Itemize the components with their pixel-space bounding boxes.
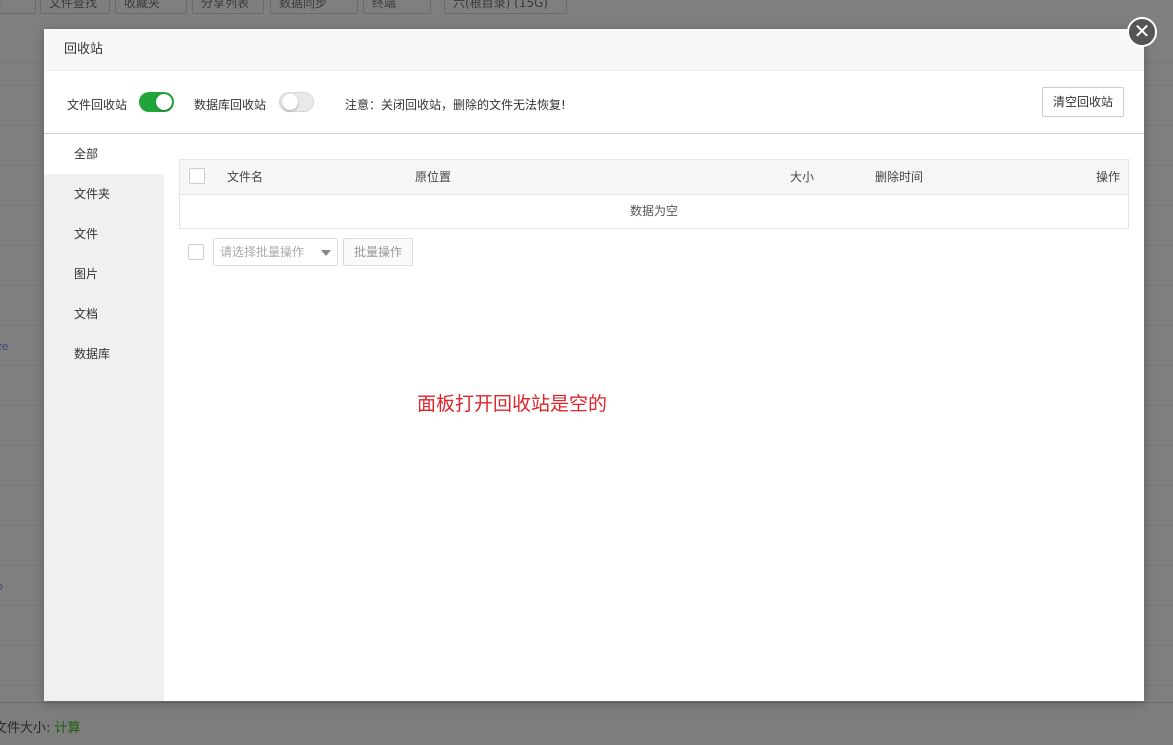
dialog-title: 回收站 (44, 29, 1144, 71)
settings-bar: 文件回收站 数据库回收站 注意：关闭回收站，删除的文件无法恢复! 清空回收站 (44, 71, 1144, 134)
column-header-actions: 操作 (1096, 170, 1121, 184)
table-header: 文件名 原位置 大小 删除时间 操作 (180, 160, 1128, 195)
db-recycle-toggle[interactable] (279, 92, 314, 112)
sidebar-item-folders[interactable]: 文件夹 (44, 174, 164, 214)
chevron-down-icon (321, 250, 331, 256)
empty-data-message: 数据为空 (629, 204, 678, 218)
category-sidebar: 全部 文件夹 文件 图片 文档 数据库 (44, 134, 164, 701)
close-icon: ✕ (1133, 19, 1151, 43)
background-toolbar: 建 文件查找 收藏夹 分享列表 数据同步 终端 六(根目录) (15G) (0, 0, 1173, 16)
sidebar-item-files[interactable]: 文件 (44, 214, 164, 254)
toggle-knob (156, 94, 172, 110)
column-header-deleted-time[interactable]: 删除时间 (875, 160, 923, 194)
db-recycle-label: 数据库回收站 (194, 98, 267, 112)
bg-file-name-fragment: p (0, 580, 3, 593)
calculate-link[interactable]: 计算 (55, 721, 81, 736)
sidebar-item-all[interactable]: 全部 (44, 134, 164, 174)
bg-toolbar-button: 建 (0, 0, 36, 14)
bg-toolbar-button: 六(根目录) (15G) (444, 0, 567, 14)
column-header-size[interactable]: 大小 (790, 160, 814, 194)
recycle-table: 文件名 原位置 大小 删除时间 操作 数据为空 (179, 159, 1129, 229)
sidebar-item-documents[interactable]: 文档 (44, 294, 164, 334)
clear-recycle-bin-button[interactable]: 清空回收站 (1042, 87, 1124, 117)
toggle-knob (282, 94, 298, 110)
background-footer: 文件大小: 计算 (0, 702, 1173, 745)
bg-toolbar-button: 分享列表 (192, 0, 264, 14)
notice-text: 注意：关闭回收站，删除的文件无法恢复! (345, 98, 566, 112)
batch-operation-select[interactable]: 请选择批量操作 (213, 238, 338, 266)
main-panel: 文件名 原位置 大小 删除时间 操作 数据为空 请选择批量操作 批量操作 面板打… (164, 134, 1144, 701)
bg-toolbar-button: 文件查找 (40, 0, 110, 14)
recycle-bin-dialog: 回收站 文件回收站 数据库回收站 注意：关闭回收站，删除的文件无法恢复! 清空回… (44, 29, 1144, 701)
dialog-content: 全部 文件夹 文件 图片 文档 数据库 文件名 原位置 大小 删除时间 操作 数… (44, 134, 1144, 701)
close-button[interactable]: ✕ (1127, 17, 1157, 47)
batch-select-checkbox[interactable] (188, 244, 204, 260)
file-size-text: 文件大小: (0, 721, 51, 736)
batch-select-placeholder: 请选择批量操作 (220, 245, 305, 259)
sidebar-item-databases[interactable]: 数据库 (44, 334, 164, 374)
select-all-checkbox[interactable] (189, 168, 205, 184)
batch-operation-button[interactable]: 批量操作 (343, 238, 413, 266)
sidebar-item-images[interactable]: 图片 (44, 254, 164, 294)
file-recycle-toggle[interactable] (139, 92, 174, 112)
bg-toolbar-button: 收藏夹 (115, 0, 187, 14)
bg-toolbar-button: 终端 (363, 0, 431, 14)
batch-operations-bar: 请选择批量操作 批量操作 (179, 238, 1129, 268)
bg-file-name-fragment: ze (0, 340, 9, 353)
annotation-text: 面板打开回收站是空的 (417, 393, 608, 415)
column-header-name[interactable]: 文件名 (227, 160, 263, 194)
file-recycle-label: 文件回收站 (67, 98, 128, 112)
bg-toolbar-button: 数据同步 (270, 0, 358, 14)
file-size-label: 文件大小: 计算 (0, 717, 81, 736)
column-header-location: 原位置 (415, 170, 452, 184)
